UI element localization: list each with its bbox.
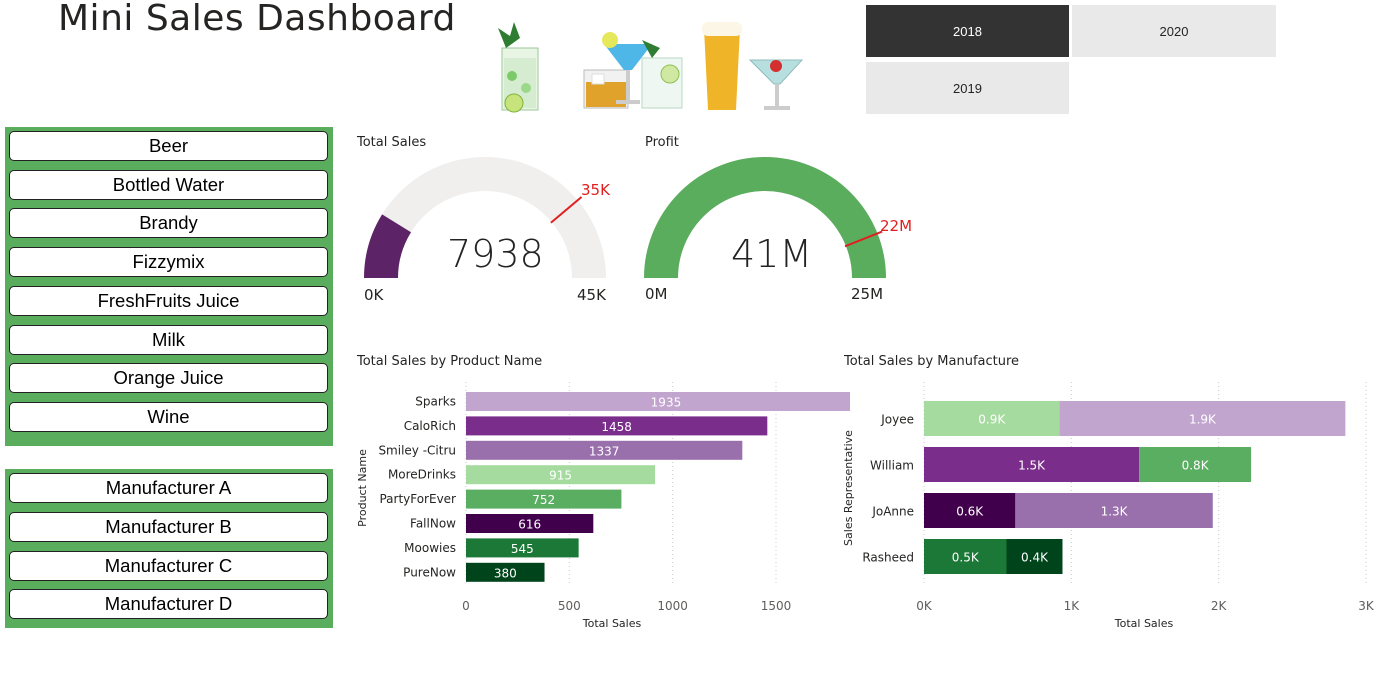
data-label: 0.4K (1021, 551, 1049, 565)
water-glass-icon (641, 40, 683, 109)
manufacture-chart-title: Total Sales by Manufacture (844, 354, 1020, 369)
category-label: CaloRich (404, 419, 456, 433)
data-label: 1935 (651, 396, 682, 410)
year-button-2018[interactable]: 2018 (866, 5, 1069, 57)
profit-gauge-min: 0M (645, 285, 668, 303)
profit-gauge-value: 41M (731, 232, 813, 276)
total-sales-gauge-min: 0K (364, 286, 384, 304)
page-title: Mini Sales Dashboard (58, 0, 456, 39)
drinks-image (498, 22, 804, 113)
gauge-fill (364, 214, 412, 279)
x-tick-label: 1K (1064, 599, 1081, 613)
slicer-item-brandy[interactable]: Brandy (9, 208, 328, 238)
martini-glass-icon (748, 59, 804, 110)
product-chart-title: Total Sales by Product Name (357, 354, 543, 369)
year-button-2019[interactable]: 2019 (866, 62, 1069, 114)
data-label: 752 (532, 493, 555, 507)
x-tick-label: 0K (916, 599, 933, 613)
product-slicer: Beer Bottled Water Brandy Fizzymix Fresh… (5, 127, 333, 446)
data-label: 545 (511, 542, 534, 556)
x-tick-label: 3K (1358, 599, 1375, 613)
data-label: 1.5K (1018, 459, 1046, 473)
slicer-item-milk[interactable]: Milk (9, 325, 328, 355)
slicer-item-freshfruits-juice[interactable]: FreshFruits Juice (9, 286, 328, 316)
slicer-item-fizzymix[interactable]: Fizzymix (9, 247, 328, 277)
total-sales-gauge-title: Total Sales (357, 135, 427, 150)
mojito-glass-icon (498, 22, 539, 113)
x-tick-label: 500 (558, 599, 581, 613)
category-label: Joyee (880, 413, 914, 427)
data-label: 0.9K (978, 413, 1006, 427)
total-sales-gauge-value: 7938 (447, 232, 544, 276)
slicer-item-orange-juice[interactable]: Orange Juice (9, 363, 328, 393)
slicer-item-manufacturer-b[interactable]: Manufacturer B (9, 512, 328, 542)
x-tick-label: 1000 (657, 599, 688, 613)
data-label: 0.5K (952, 551, 980, 565)
y-axis-title: Product Name (356, 449, 369, 527)
data-label: 915 (549, 469, 572, 483)
category-label: JoAnne (871, 505, 914, 519)
category-label: PartyForEver (379, 492, 456, 506)
x-axis-title: Total Sales (1114, 617, 1174, 630)
x-tick-label: 0 (462, 599, 470, 613)
data-label: 616 (518, 518, 541, 532)
x-tick-label: 2K (1211, 599, 1228, 613)
category-label: Sparks (415, 395, 456, 409)
year-button-2020[interactable]: 2020 (1072, 5, 1276, 57)
beer-glass-icon (702, 22, 742, 110)
x-axis-title: Total Sales (582, 617, 642, 630)
data-label: 1337 (589, 444, 620, 458)
data-label: 1.9K (1189, 413, 1217, 427)
slicer-item-bottled-water[interactable]: Bottled Water (9, 170, 328, 200)
category-label: PureNow (403, 565, 456, 579)
data-label: 1.3K (1101, 505, 1129, 519)
slicer-item-manufacturer-a[interactable]: Manufacturer A (9, 473, 328, 503)
x-tick-label: 1500 (761, 599, 792, 613)
total-sales-gauge-target: 35K (581, 181, 610, 199)
slicer-item-manufacturer-c[interactable]: Manufacturer C (9, 551, 328, 581)
slicer-item-manufacturer-d[interactable]: Manufacturer D (9, 589, 328, 619)
profit-gauge-title: Profit (645, 135, 679, 150)
profit-gauge-target: 22M (880, 217, 913, 235)
data-label: 0.6K (956, 505, 984, 519)
category-label: Smiley -Citru (378, 443, 456, 457)
data-label: 0.8K (1182, 459, 1210, 473)
slicer-item-beer[interactable]: Beer (9, 131, 328, 161)
data-label: 380 (494, 566, 517, 580)
y-axis-title: Sales Representative (842, 430, 855, 546)
total-sales-gauge-max: 45K (577, 286, 606, 304)
category-label: MoreDrinks (388, 468, 456, 482)
profit-gauge-max: 25M (851, 285, 884, 303)
manufacture-sales-chart[interactable]: 0K 1K 2K 3K Joyee 0.9K 1.9K William 1.5K 0.8K JoAn… (838, 380, 1378, 635)
manufacturer-slicer: Manufacturer A Manufacturer B Manufactur… (5, 469, 333, 628)
category-label: William (870, 459, 914, 473)
category-label: Moowies (404, 541, 456, 555)
category-label: FallNow (410, 517, 456, 531)
product-sales-chart[interactable]: 0 500 1000 1500 Sparks 1935 CaloRich 1458 Smiley… (350, 380, 850, 635)
data-label: 1458 (601, 420, 632, 434)
category-label: Rasheed (862, 551, 914, 565)
slicer-item-wine[interactable]: Wine (9, 402, 328, 432)
